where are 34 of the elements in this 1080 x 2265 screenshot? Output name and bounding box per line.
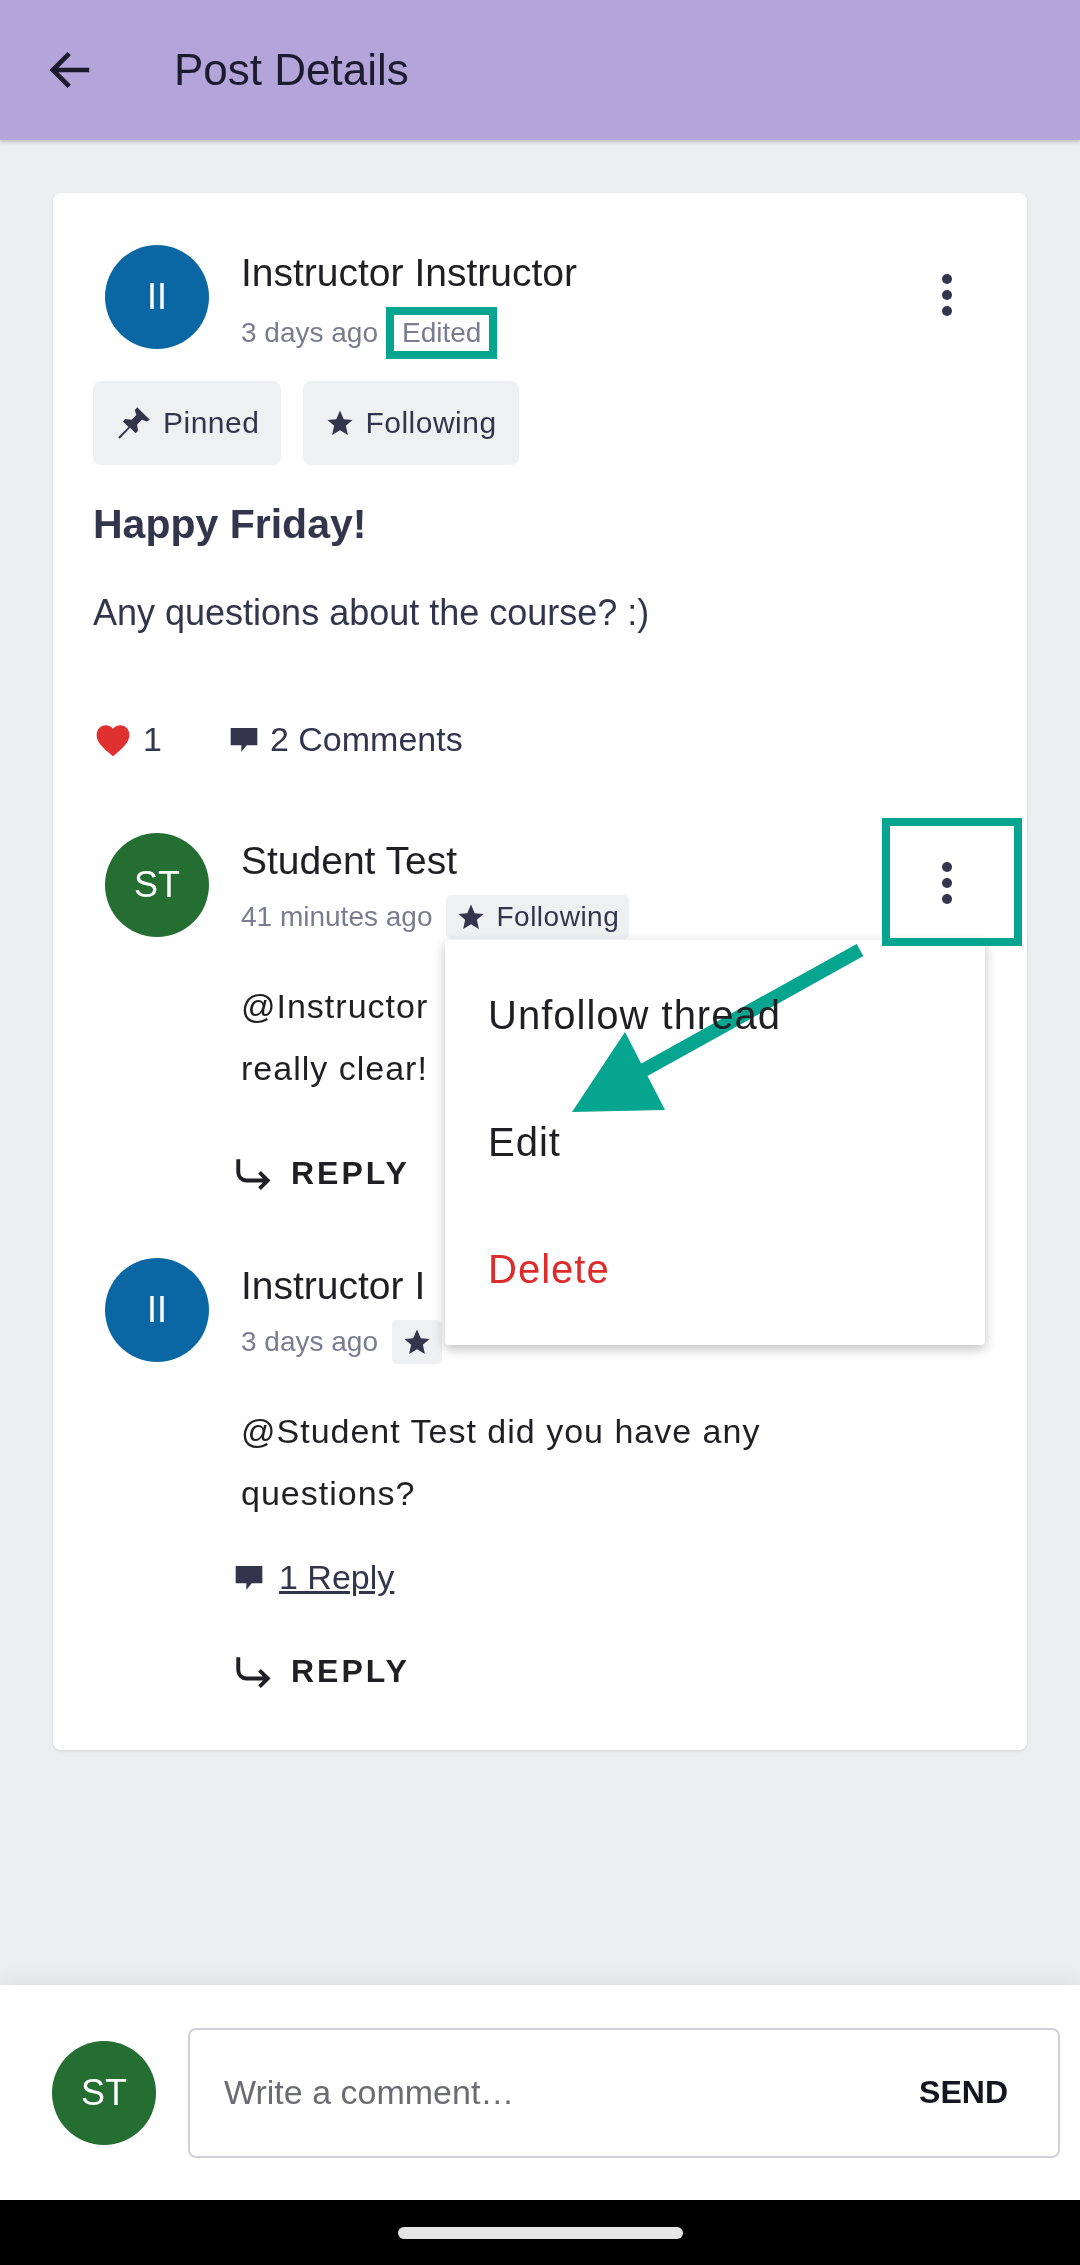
- send-button[interactable]: SEND: [919, 2074, 1008, 2111]
- pin-icon: [115, 404, 153, 442]
- comment-time: 41 minutes ago: [241, 901, 433, 933]
- reply-button[interactable]: REPLY: [233, 1653, 410, 1690]
- avatar: ST: [105, 833, 209, 937]
- tag-label: Following: [365, 406, 497, 440]
- comment-count: 2 Comments: [269, 720, 463, 759]
- tag-label: Following: [496, 901, 620, 933]
- menu-item[interactable]: Delete: [445, 1206, 985, 1333]
- more-options-icon[interactable]: [939, 861, 955, 905]
- avatar: II: [105, 1258, 209, 1362]
- post-body: Any questions about the course? :): [93, 592, 651, 634]
- menu-item[interactable]: Edit: [445, 1079, 985, 1206]
- edited-label: Edited: [402, 317, 482, 348]
- comment-text: really clear!: [241, 1048, 428, 1089]
- screen-title: Post Details: [174, 45, 409, 95]
- comment-text: @Instructor: [241, 986, 429, 1027]
- replies-link[interactable]: 1 Reply: [279, 1558, 395, 1597]
- comment-text: @Student Test did you have any: [241, 1411, 761, 1452]
- reply-button[interactable]: REPLY: [233, 1155, 410, 1192]
- comment-text: questions?: [241, 1473, 416, 1514]
- commenter-name: Instructor I: [241, 1263, 426, 1309]
- commenter-name: Student Test: [241, 838, 458, 884]
- avatar: II: [105, 245, 209, 349]
- comment-time: 3 days ago: [241, 1326, 378, 1358]
- more-options-icon[interactable]: [939, 273, 955, 317]
- post-title: Happy Friday!: [93, 501, 368, 548]
- author-name: Instructor Instructor: [241, 250, 577, 296]
- home-indicator[interactable]: [397, 2226, 683, 2239]
- like-count: 1: [143, 720, 162, 759]
- tag-label: Pinned: [163, 406, 260, 440]
- post-time: 3 days ago: [241, 317, 378, 349]
- avatar: ST: [52, 2040, 156, 2145]
- comment-field[interactable]: Write a comment… SEND: [188, 2027, 1060, 2158]
